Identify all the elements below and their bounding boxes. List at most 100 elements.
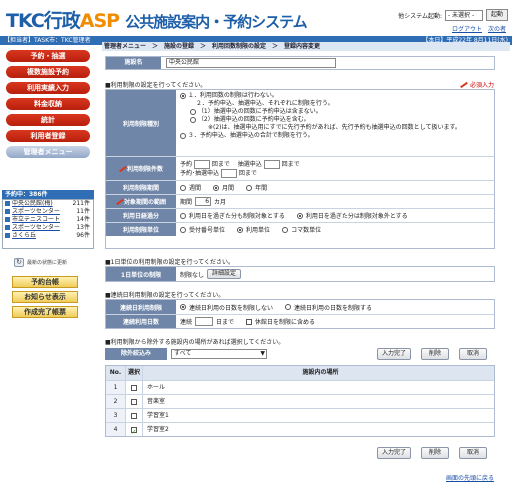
- radio-no-consec-limit[interactable]: [180, 304, 186, 310]
- app-header: TKC行政ASP 公共施設案内・予約システム 他システム起動: - 未選択 - 起…: [0, 0, 512, 36]
- radio-option-1[interactable]: [180, 92, 186, 99]
- option-2[interactable]: ２．予約申込、抽選申込、それぞれに制限を行う。: [180, 100, 494, 108]
- limit-unit-options: 受付番号単位 利用単位 コマ数単位: [178, 223, 494, 236]
- section-consecutive-title: ■連続日利用制限の設定を行ってください。: [105, 292, 225, 299]
- required-legend: 必須入力: [460, 80, 494, 89]
- day-limit-label: 1日単位の制限: [106, 267, 176, 281]
- logo-asp: ASP: [79, 10, 120, 32]
- exclude-select[interactable]: すべて ▼: [171, 349, 267, 359]
- refresh-link[interactable]: ↻ 最新の状態に更新: [14, 258, 67, 267]
- use-date-row: 利用日経過分 利用日を過ぎた分も制限対象とする 利用日を過ぎた分は制限対象外とす…: [106, 208, 494, 222]
- option-2-2[interactable]: （2）抽選申込の回数に予約申込を含む。: [180, 116, 494, 124]
- header-links: ログアウト 次の者: [452, 24, 506, 33]
- limit-unit-label: 利用制限単位: [106, 223, 176, 236]
- table-row: 1 ホール: [106, 380, 494, 394]
- menu-user-registration[interactable]: 利用者登録: [6, 130, 90, 142]
- list-item[interactable]: 中央公民館(梅) 211件: [3, 200, 93, 208]
- cancel-button-top[interactable]: 取消: [459, 348, 487, 360]
- radio-option-2-2[interactable]: [190, 116, 196, 123]
- delete-button[interactable]: 削除: [421, 447, 449, 459]
- facility-row: 施設名 中央公民館: [105, 56, 495, 70]
- limit-period-options: 週間 月間 年間: [178, 181, 494, 194]
- reservation-ledger-button[interactable]: 予約台帳: [12, 276, 78, 288]
- range-months-input[interactable]: 6: [195, 197, 212, 206]
- consecutive-table: 連続日利用制限 連続日利用の日数を制限しない 連続日利用の日数を制限する 連続利…: [105, 299, 495, 329]
- facility-icon: [5, 233, 10, 238]
- option-3[interactable]: ３．予約申込、抽選申込の合計で制限を行う。: [180, 132, 494, 140]
- radio-option-2-1[interactable]: [190, 108, 196, 115]
- restrict-type-label: 利用制限種別: [106, 90, 176, 156]
- radio-monthly[interactable]: [213, 184, 220, 191]
- row-checkbox[interactable]: [131, 412, 137, 419]
- table-header: No. 選択 施設内の場所: [106, 366, 494, 380]
- launch-button[interactable]: 起動: [485, 9, 508, 21]
- consec-limit-options: 連続日利用の日数を制限しない 連続日利用の日数を制限する: [178, 300, 494, 314]
- radio-use-unit[interactable]: [237, 226, 244, 233]
- system-label: 他システム起動:: [398, 12, 442, 20]
- list-item[interactable]: さくら丘 96件: [3, 232, 93, 240]
- menu-fee[interactable]: 料金収納: [6, 98, 90, 110]
- use-date-options: 利用日を過ぎた分も制限対象とする 利用日を過ぎた分は制限対象外とする: [178, 209, 494, 222]
- radio-receipt-unit[interactable]: [180, 226, 186, 233]
- operator-info: 【担当者】TASK市：TKC管理者: [4, 37, 91, 44]
- radio-include-past[interactable]: [180, 212, 186, 219]
- menu-reservation[interactable]: 予約・抽選: [6, 50, 90, 62]
- refresh-icon: ↻: [14, 258, 24, 267]
- restrict-table: 利用制限種別 １．利用回数の制限は行わない。 ２．予約申込、抽選申込、それぞれに…: [105, 89, 495, 249]
- day-limit-value: 制限なし: [180, 271, 205, 279]
- notice-button[interactable]: お知らせ表示: [12, 291, 78, 303]
- section-restrict-title: ■利用制限の設定を行ってください。: [105, 82, 207, 89]
- refresh-label: 最新の状態に更新: [27, 260, 68, 266]
- restrict-type-options: １．利用回数の制限は行わない。 ２．予約申込、抽選申込、それぞれに制限を行う。 …: [178, 90, 494, 156]
- row-checkbox[interactable]: [131, 384, 137, 391]
- system-select[interactable]: - 未選択 -: [444, 9, 483, 21]
- facility-name-field: 中央公民館: [166, 58, 336, 68]
- radio-option-3[interactable]: [180, 132, 186, 139]
- reservation-limit-input[interactable]: [193, 160, 210, 169]
- delete-button-top[interactable]: 削除: [421, 348, 449, 360]
- list-item[interactable]: スポーツセンター 13件: [3, 224, 93, 232]
- facility-icon: [5, 201, 10, 206]
- option-2-1[interactable]: （1）抽選申込の回数に予約申込は含まない。: [180, 108, 494, 116]
- app-logo: TKC行政ASP 公共施設案内・予約システム: [6, 6, 308, 33]
- menu-stats[interactable]: 統計: [6, 114, 90, 126]
- radio-slot-unit[interactable]: [282, 226, 289, 233]
- restrict-type-row: 利用制限種別 １．利用回数の制限は行わない。 ２．予約申込、抽選申込、それぞれに…: [106, 90, 494, 156]
- list-item[interactable]: スポーツセンター 11件: [3, 208, 93, 216]
- row-checkbox[interactable]: [131, 425, 137, 439]
- day-limit-row: 1日単位の制限 制限なし 詳細設定: [106, 267, 494, 281]
- logout-link[interactable]: ログアウト: [452, 24, 482, 33]
- menu-usage-entry[interactable]: 利用実績入力: [6, 82, 90, 94]
- consec-days-input[interactable]: [195, 317, 214, 326]
- menu-multi-reservation[interactable]: 複数施設予約: [6, 66, 90, 78]
- limit-period-label: 利用制限期間: [106, 181, 176, 194]
- row-checkbox[interactable]: [131, 398, 137, 405]
- logo-tkc: TKC行政: [6, 10, 81, 32]
- radio-yearly[interactable]: [246, 184, 253, 191]
- complete-button-top[interactable]: 入力完了: [377, 348, 411, 360]
- list-item[interactable]: 市立テニスコート 14件: [3, 216, 93, 224]
- radio-consec-limit[interactable]: [285, 304, 292, 310]
- lottery-limit-input[interactable]: [263, 160, 280, 169]
- facility-icon: [5, 217, 10, 222]
- option-1[interactable]: １．利用回数の制限は行わない。: [180, 92, 494, 100]
- section-exclude-title: ■利用制限から除外する施設内の場所があれば選択してください。: [105, 339, 285, 346]
- holiday-checkbox[interactable]: [246, 318, 253, 325]
- cancel-button[interactable]: 取消: [459, 447, 487, 459]
- pencil-icon: [460, 81, 468, 88]
- limit-period-row: 利用制限期間 週間 月間 年間: [106, 180, 494, 194]
- location-table: No. 選択 施設内の場所 1 ホール 2 音楽室 3 学習室1 4 学習室2: [105, 365, 495, 439]
- radio-weekly[interactable]: [180, 184, 186, 191]
- consec-days-row: 連続利用日数 連続 日まで 休館日を制限に含める: [106, 314, 494, 328]
- total-limit-input[interactable]: [220, 169, 237, 178]
- consec-days-label: 連続利用日数: [106, 315, 176, 328]
- detail-settings-button[interactable]: 詳細設定: [207, 269, 242, 279]
- radio-exclude-past[interactable]: [296, 212, 303, 219]
- back-to-top-link[interactable]: 画面の先頭に戻る: [446, 473, 494, 482]
- limit-count-row: 利用制限件数 予約 回まで 抽選申込 回まで 予約･抽選申込 回まで: [106, 156, 494, 180]
- table-row: 3 学習室1: [106, 408, 494, 422]
- complete-button[interactable]: 入力完了: [377, 447, 411, 459]
- report-button[interactable]: 作成完了帳票: [12, 306, 78, 318]
- menu-admin[interactable]: 管理者メニュー: [6, 146, 90, 158]
- next-user-link[interactable]: 次の者: [488, 24, 506, 33]
